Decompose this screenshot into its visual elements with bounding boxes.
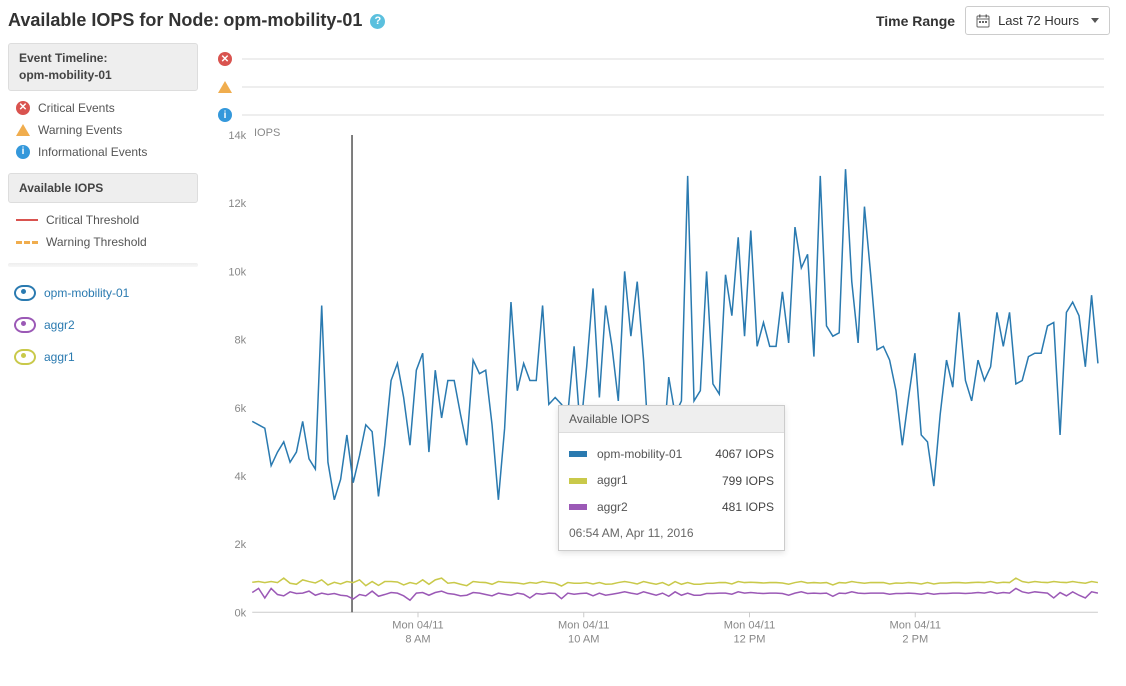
legend-critical-threshold: Critical Threshold	[8, 209, 198, 231]
svg-text:Mon 04/11: Mon 04/11	[392, 619, 443, 631]
tooltip-series-value: 4067 IOPS	[715, 447, 774, 461]
track	[242, 86, 1104, 89]
legend-label: Critical Events	[38, 101, 115, 115]
series-item-aggr2[interactable]: aggr2	[8, 309, 198, 341]
critical-icon: ✕	[16, 101, 30, 115]
svg-text:10k: 10k	[228, 266, 246, 278]
tooltip-title: Available IOPS	[559, 406, 784, 433]
legend-label: Critical Threshold	[46, 213, 139, 227]
eye-icon	[14, 317, 36, 333]
chart[interactable]: IOPS 0k2k4k6k8k10k12k14kMon 04/118 AMMon…	[218, 129, 1104, 649]
warning-icon	[16, 124, 30, 136]
tooltip-series-value: 481 IOPS	[722, 500, 774, 514]
svg-text:2 PM: 2 PM	[902, 633, 928, 645]
time-range-dropdown[interactable]: Last 72 Hours	[965, 6, 1110, 35]
svg-text:14k: 14k	[228, 130, 246, 142]
legend-label: Informational Events	[38, 145, 147, 159]
page-title-node: opm-mobility-01	[223, 10, 362, 31]
chart-tooltip: Available IOPS opm-mobility-01 4067 IOPS…	[558, 405, 785, 551]
svg-text:8 AM: 8 AM	[405, 633, 430, 645]
sidebar: Event Timeline: opm-mobility-01 ✕ Critic…	[8, 43, 198, 649]
event-track-info[interactable]: i	[218, 101, 1118, 129]
legend-info-events: i Informational Events	[8, 141, 198, 163]
tooltip-series-value: 799 IOPS	[722, 474, 774, 488]
series-link[interactable]: aggr1	[44, 350, 75, 364]
event-timeline-panel: Event Timeline: opm-mobility-01	[8, 43, 198, 91]
legend-warning-threshold: Warning Threshold	[8, 231, 198, 253]
critical-icon: ✕	[218, 52, 232, 66]
svg-text:12k: 12k	[228, 198, 246, 210]
svg-text:6k: 6k	[235, 403, 247, 415]
event-timeline-target: opm-mobility-01	[19, 67, 187, 84]
tooltip-swatch	[569, 478, 587, 484]
time-range-label: Time Range	[876, 13, 955, 29]
legend-label: Warning Threshold	[46, 235, 147, 249]
series-item-aggr1[interactable]: aggr1	[8, 341, 198, 373]
svg-text:0k: 0k	[235, 607, 247, 619]
event-track-warning[interactable]	[218, 73, 1118, 101]
svg-text:10 AM: 10 AM	[568, 633, 599, 645]
available-iops-panel: Available IOPS	[8, 173, 198, 204]
chevron-down-icon	[1091, 18, 1099, 23]
eye-icon	[14, 349, 36, 365]
series-link[interactable]: opm-mobility-01	[44, 286, 129, 300]
track	[242, 114, 1104, 117]
page-title-prefix: Available IOPS for Node:	[8, 10, 219, 31]
legend-warning-events: Warning Events	[8, 119, 198, 141]
tooltip-series-name: opm-mobility-01	[597, 447, 705, 461]
event-track-critical[interactable]: ✕	[218, 45, 1118, 73]
tooltip-row: opm-mobility-01 4067 IOPS	[569, 441, 774, 467]
track	[242, 58, 1104, 61]
critical-threshold-swatch	[16, 219, 38, 221]
svg-text:Mon 04/11: Mon 04/11	[724, 619, 775, 631]
tooltip-swatch	[569, 504, 587, 510]
svg-text:4k: 4k	[235, 471, 247, 483]
eye-icon	[14, 285, 36, 301]
event-timeline-label: Event Timeline:	[19, 50, 187, 67]
tooltip-row: aggr2 481 IOPS	[569, 494, 774, 520]
time-range-value: Last 72 Hours	[998, 13, 1079, 28]
chart-area: ✕ i IOPS 0k2k4k6k8k10k12k14kMon 04/118 A…	[198, 43, 1118, 649]
tooltip-timestamp: 06:54 AM, Apr 11, 2016	[569, 520, 774, 540]
event-timeline-tracks: ✕ i	[218, 43, 1118, 129]
event-legend: ✕ Critical Events Warning Events i Infor…	[8, 97, 198, 163]
tooltip-row: aggr1 799 IOPS	[569, 467, 774, 493]
svg-text:Mon 04/11: Mon 04/11	[558, 619, 609, 631]
svg-text:8k: 8k	[235, 335, 247, 347]
info-icon: i	[16, 145, 30, 159]
page-header: Available IOPS for Node: opm-mobility-01…	[8, 4, 1118, 43]
svg-text:Mon 04/11: Mon 04/11	[890, 619, 941, 631]
warning-icon	[218, 81, 232, 93]
series-link[interactable]: aggr2	[44, 318, 75, 332]
legend-label: Warning Events	[38, 123, 122, 137]
series-legend: opm-mobility-01 aggr2 aggr1	[8, 277, 198, 373]
separator	[8, 263, 198, 267]
tooltip-series-name: aggr1	[597, 473, 712, 487]
series-item-opm-mobility-01[interactable]: opm-mobility-01	[8, 277, 198, 309]
tooltip-swatch	[569, 451, 587, 457]
info-icon: i	[218, 108, 232, 122]
svg-text:12 PM: 12 PM	[734, 633, 766, 645]
help-icon[interactable]: ?	[370, 14, 385, 29]
calendar-icon	[976, 14, 990, 28]
svg-text:2k: 2k	[235, 539, 247, 551]
legend-critical-events: ✕ Critical Events	[8, 97, 198, 119]
threshold-legend: Critical Threshold Warning Threshold	[8, 209, 198, 253]
tooltip-series-name: aggr2	[597, 500, 712, 514]
warning-threshold-swatch	[16, 241, 38, 244]
